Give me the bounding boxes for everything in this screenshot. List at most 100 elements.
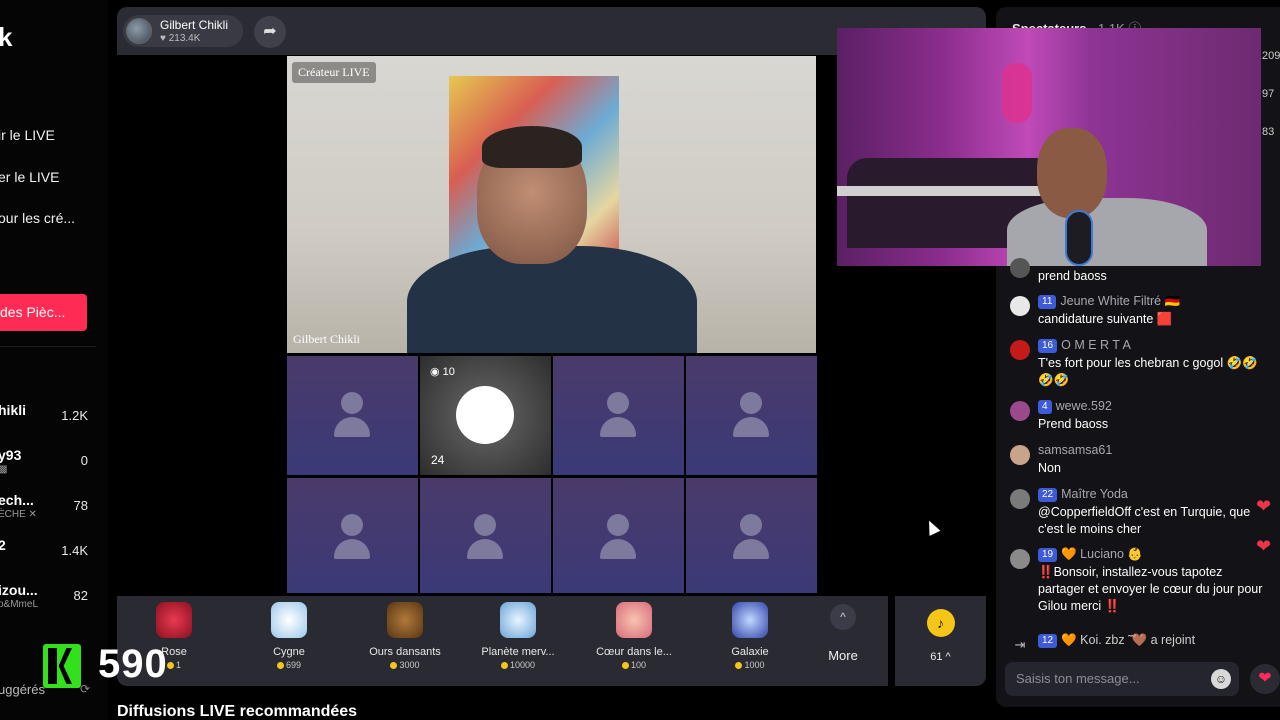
- host-avatar: [126, 18, 152, 44]
- message-user: 11 Jeune White Filtré 🇩🇪: [1038, 294, 1180, 309]
- avatar: [1010, 258, 1030, 278]
- share-button[interactable]: ➦: [254, 16, 286, 48]
- streamer-body: [1007, 198, 1207, 266]
- level-badge: 12: [1038, 634, 1058, 648]
- level-badge: 19: [1038, 548, 1058, 562]
- coin-icon: [276, 662, 284, 669]
- followed-account[interactable]: 2 1.4K: [0, 537, 94, 567]
- avatar: [1010, 340, 1030, 360]
- gift-swan[interactable]: Cygne 699: [234, 602, 344, 678]
- person-icon-body: [334, 417, 370, 437]
- emoji-icon[interactable]: ☺: [1211, 669, 1231, 689]
- coin-icon: [166, 662, 174, 669]
- username[interactable]: wewe.592: [1056, 399, 1112, 413]
- brand-number: 590: [98, 642, 168, 686]
- chat-input-box[interactable]: ☺: [1005, 662, 1239, 696]
- host-video[interactable]: Créateur LIVE Gilbert Chikli: [287, 56, 816, 353]
- guest-slot[interactable]: [420, 478, 551, 593]
- sidebar-divider: [0, 346, 96, 347]
- heart-like-button[interactable]: ❤: [1250, 664, 1280, 694]
- person-icon-body: [467, 539, 503, 559]
- level-badge: 11: [1038, 295, 1057, 309]
- tiktok-coin-icon: ♪: [926, 609, 955, 637]
- guest-slot[interactable]: [287, 356, 418, 475]
- followed-account[interactable]: y93 ▩ 0: [0, 447, 94, 477]
- more-label: More: [828, 648, 858, 663]
- rose-icon: [156, 602, 192, 638]
- level-badge: 4: [1038, 400, 1052, 414]
- followed-account[interactable]: hikli 1.2K: [0, 402, 94, 432]
- coin-balance-button[interactable]: ♪ 61 ^: [895, 596, 986, 686]
- guest-slot-active[interactable]: ◉ 10 24: [420, 356, 551, 475]
- guest-slot[interactable]: [686, 356, 817, 475]
- heart-hands-icon: [616, 602, 652, 638]
- username[interactable]: O M E R T A: [1061, 338, 1131, 352]
- username[interactable]: samsamsa61: [1038, 443, 1112, 457]
- account-name: izou...: [0, 582, 38, 598]
- coin-icon: [735, 662, 743, 669]
- sidebar-link-explore-live[interactable]: ir le LIVE: [0, 127, 55, 143]
- k-brand-logo: [43, 644, 81, 688]
- more-gifts-button[interactable]: ^ More: [817, 604, 869, 674]
- neon-sign: [1002, 63, 1032, 123]
- person-icon-body: [733, 539, 769, 559]
- host-figure-hair: [482, 126, 582, 168]
- username[interactable]: Jeune White Filtré 🇩🇪: [1060, 294, 1180, 308]
- gift-dancing-bears[interactable]: Ours dansants 3000: [350, 602, 460, 678]
- recommended-lives-title: Diffusions LIVE recommandées: [117, 703, 358, 720]
- username[interactable]: 🧡 Koi. zbz ̃ ̃🤎: [1061, 633, 1147, 647]
- left-sidebar: k ir le LIVE er le LIVE our les cré... d…: [0, 0, 108, 720]
- floating-heart-icon: ❤: [1256, 536, 1272, 556]
- account-sub: ▩: [0, 464, 8, 475]
- gift-heart-hands[interactable]: Cœur dans le... 100: [579, 602, 689, 678]
- sidebar-link-go-live[interactable]: er le LIVE: [0, 169, 59, 185]
- gift-price: 699: [234, 660, 344, 670]
- gift-bar: Rose 1 Cygne 699 Ours dansants 3000 Plan…: [117, 596, 888, 686]
- person-icon: [341, 514, 363, 536]
- username[interactable]: 🧡 Luciano 👶: [1061, 547, 1143, 561]
- account-name: 2: [0, 537, 6, 553]
- guest-slot[interactable]: [287, 478, 418, 593]
- gift-price-value: 100: [630, 660, 647, 670]
- side-number: 83: [1262, 126, 1275, 138]
- join-text: 12 🧡 Koi. zbz ̃ ̃🤎 a rejoint: [1038, 633, 1195, 648]
- app-logo[interactable]: k: [0, 22, 12, 53]
- message-text: Non: [1038, 461, 1061, 475]
- account-sub: ÈCHE ✕: [0, 509, 37, 520]
- get-coins-button[interactable]: des Pièc...: [0, 294, 87, 331]
- host-profile[interactable]: Gilbert Chikli ♥ 213.4K: [123, 15, 243, 47]
- account-sub: o&MmeL: [0, 599, 39, 610]
- chat-message-input[interactable]: [1016, 671, 1206, 686]
- message-text: prend baoss: [1038, 269, 1107, 283]
- side-number: 209: [1262, 50, 1280, 62]
- sidebar-link-creators[interactable]: our les cré...: [0, 210, 75, 226]
- enter-icon: ⇥: [1014, 637, 1026, 652]
- person-icon: [607, 392, 629, 414]
- gift-name: Cygne: [273, 646, 305, 658]
- account-viewer-count: 78: [73, 498, 88, 513]
- person-icon-body: [733, 417, 769, 437]
- followed-account[interactable]: izou... o&MmeL 82: [0, 582, 94, 612]
- message-user: 4 wewe.592: [1038, 399, 1112, 414]
- level-badge: 16: [1038, 339, 1058, 353]
- microphone: [1065, 210, 1093, 266]
- guest-slot[interactable]: [553, 478, 684, 593]
- gift-planet[interactable]: Planète merv... 10000: [463, 602, 573, 678]
- guest-slot[interactable]: [686, 478, 817, 593]
- person-icon: [607, 514, 629, 536]
- refresh-icon[interactable]: ⟳: [80, 682, 90, 696]
- guest-slot[interactable]: [553, 356, 684, 475]
- gift-price-value: 1: [175, 660, 181, 670]
- video-host-name: Gilbert Chikli: [293, 332, 360, 346]
- side-number: 97: [1262, 88, 1275, 100]
- gift-galaxy[interactable]: Galaxie 1000: [695, 602, 805, 678]
- username[interactable]: Maître Yoda: [1061, 487, 1128, 501]
- guest-level-value: 10: [442, 366, 455, 378]
- gift-price-value: 1000: [744, 660, 765, 670]
- gift-name: Planète merv...: [481, 646, 555, 658]
- person-icon: [740, 514, 762, 536]
- followed-account[interactable]: ech... ÈCHE ✕ 78: [0, 492, 94, 522]
- message-user: 22 Maître Yoda: [1038, 487, 1128, 502]
- gift-price: 10000: [463, 660, 573, 670]
- gift-price-value: 10000: [509, 660, 536, 670]
